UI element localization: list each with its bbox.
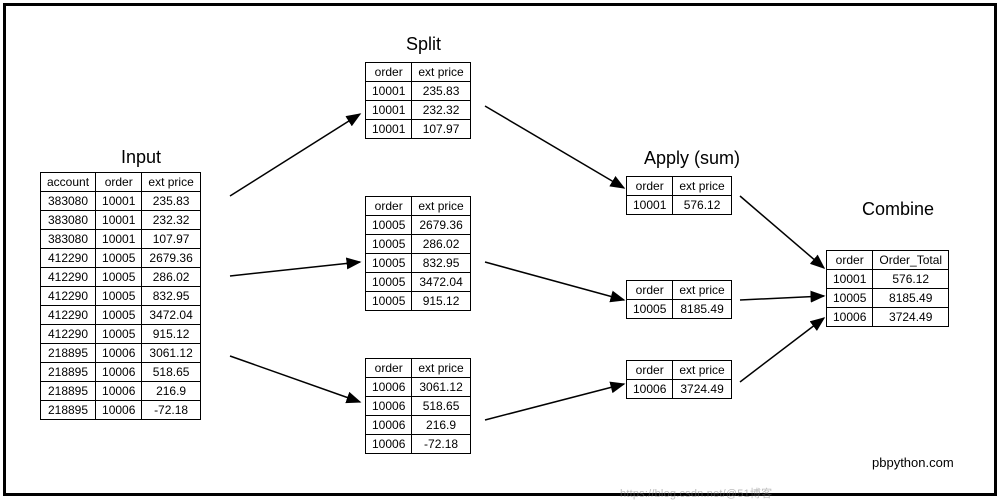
- table-row: 10001235.83: [366, 82, 471, 101]
- apply-table-3: order ext price 100063724.49: [626, 360, 732, 399]
- combine-table: order Order_Total 10001576.12 100058185.…: [826, 250, 949, 327]
- table-row: 10001576.12: [627, 196, 732, 215]
- input-table: account order ext price 38308010001235.8…: [40, 172, 201, 420]
- combine-title: Combine: [862, 199, 934, 220]
- col-ext-price: ext price: [673, 281, 731, 300]
- split-table-1: order ext price 10001235.83 10001232.32 …: [365, 62, 471, 139]
- col-order-total: Order_Total: [873, 251, 949, 270]
- col-order: order: [627, 177, 673, 196]
- table-row: 10006518.65: [366, 397, 471, 416]
- col-ext-price: ext price: [412, 63, 470, 82]
- col-order: order: [366, 197, 412, 216]
- table-row: 218895100063061.12: [41, 344, 201, 363]
- table-row: 100063061.12: [366, 378, 471, 397]
- table-row: 100063724.49: [827, 308, 949, 327]
- col-ext-price: ext price: [673, 177, 731, 196]
- apply-title: Apply (sum): [644, 148, 740, 169]
- table-row: 41229010005915.12: [41, 325, 201, 344]
- col-ext-price: ext price: [142, 173, 200, 192]
- col-ext-price: ext price: [412, 359, 470, 378]
- table-row: 100052679.36: [366, 216, 471, 235]
- credit-text: pbpython.com: [872, 455, 954, 470]
- input-title: Input: [121, 147, 161, 168]
- apply-table-2: order ext price 100058185.49: [626, 280, 732, 319]
- table-row: 38308010001235.83: [41, 192, 201, 211]
- table-row: 21889510006518.65: [41, 363, 201, 382]
- col-account: account: [41, 173, 96, 192]
- table-row: 10006-72.18: [366, 435, 471, 454]
- col-ext-price: ext price: [412, 197, 470, 216]
- table-row: 10001107.97: [366, 120, 471, 139]
- table-row: 21889510006-72.18: [41, 401, 201, 420]
- table-row: 412290100052679.36: [41, 249, 201, 268]
- table-row: 41229010005832.95: [41, 287, 201, 306]
- col-order: order: [366, 63, 412, 82]
- table-row: 100053472.04: [366, 273, 471, 292]
- apply-table-1: order ext price 10001576.12: [626, 176, 732, 215]
- split-table-2: order ext price 100052679.36 10005286.02…: [365, 196, 471, 311]
- watermark-text: https://blog.csdn.net/@51博客: [620, 485, 772, 501]
- split-title: Split: [406, 34, 441, 55]
- col-order: order: [627, 281, 673, 300]
- table-row: 100063724.49: [627, 380, 732, 399]
- table-row: 10006216.9: [366, 416, 471, 435]
- table-row: 38308010001107.97: [41, 230, 201, 249]
- table-row: 10005915.12: [366, 292, 471, 311]
- table-row: 21889510006216.9: [41, 382, 201, 401]
- table-row: 10005286.02: [366, 235, 471, 254]
- table-row: 41229010005286.02: [41, 268, 201, 287]
- table-row: 38308010001232.32: [41, 211, 201, 230]
- col-order: order: [366, 359, 412, 378]
- col-ext-price: ext price: [673, 361, 731, 380]
- table-row: 10001576.12: [827, 270, 949, 289]
- table-row: 100058185.49: [627, 300, 732, 319]
- table-row: 100058185.49: [827, 289, 949, 308]
- col-order: order: [827, 251, 873, 270]
- split-table-3: order ext price 100063061.12 10006518.65…: [365, 358, 471, 454]
- table-row: 412290100053472.04: [41, 306, 201, 325]
- col-order: order: [96, 173, 142, 192]
- table-row: 10001232.32: [366, 101, 471, 120]
- col-order: order: [627, 361, 673, 380]
- table-row: 10005832.95: [366, 254, 471, 273]
